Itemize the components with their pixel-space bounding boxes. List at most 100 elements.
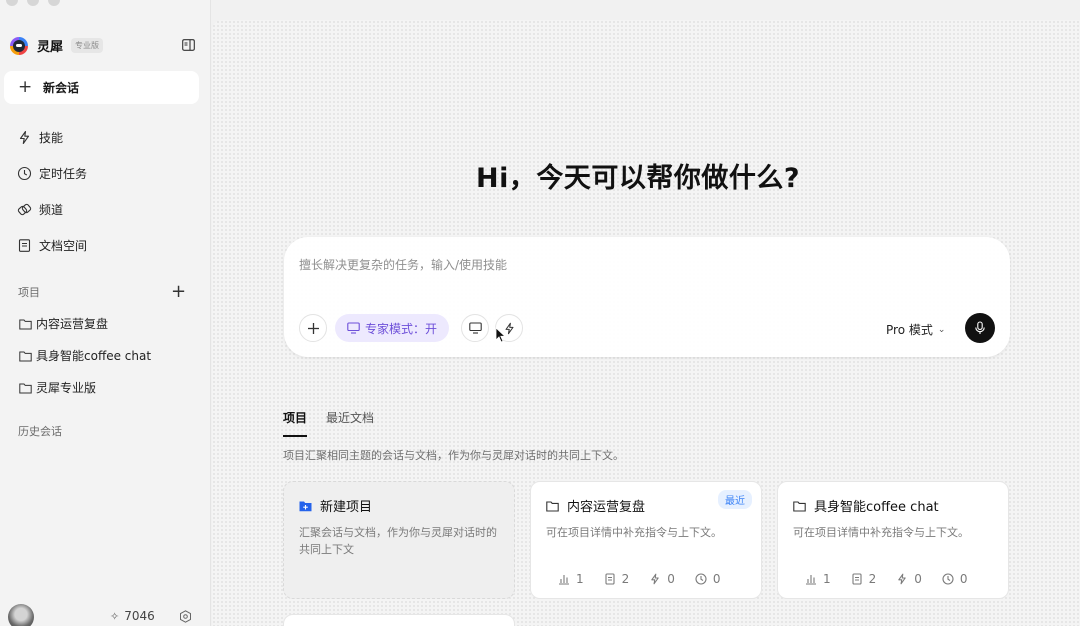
main-panel: Hi，今天可以帮你做什么? 擅长解决更复杂的任务，输入/使用技能 专家模式：开 … [212,20,1080,626]
project-title: 内容运营复盘 [567,500,646,515]
plus-icon [307,322,319,334]
stat-docs: 2 [851,572,876,586]
chart-icon [559,575,569,585]
expert-mode-toggle[interactable]: 专家模式：开 [335,314,450,342]
composer: 擅长解决更复杂的任务，输入/使用技能 专家模式：开 Pro 模式 ⌄ [284,237,1010,357]
stat-skills: 0 [896,572,922,586]
new-chat-label: 新会话 [43,81,80,95]
project-stats: 1 2 0 0 [805,572,968,586]
sidebar-item-label: 文档空间 [39,238,88,253]
voice-input-button[interactable] [965,313,995,343]
app-logo-icon [10,36,28,55]
sidebar-item-label: 技能 [39,130,64,145]
stat-chats: 1 [558,572,584,586]
clock-icon [695,573,707,585]
chart-icon [806,575,816,585]
folder-icon [19,319,32,329]
project-card[interactable]: 具身智能coffee chat 可在项目详情中补充指令与上下文。 1 2 0 0 [777,481,1009,599]
project-card[interactable] [283,614,515,626]
sidebar-project-item[interactable]: 具身智能coffee chat [19,347,151,364]
close-window-button[interactable] [6,0,18,6]
settings-icon[interactable] [179,610,192,623]
plus-icon: + [18,77,33,97]
project-desc: 可在项目详情中补充指令与上下文。 [793,526,969,539]
app-window: 灵犀 专业版 + 新会话 技能 定时任务 频道 文档空间 项目 + 内容运营复盘… [0,0,1080,626]
channel-icon [17,203,32,215]
new-project-card[interactable]: 新建项目 汇聚会话与文档，作为你与灵犀对话时的共同上下文 [283,481,515,599]
zoom-window-button[interactable] [48,0,60,6]
sidebar: 灵犀 专业版 + 新会话 技能 定时任务 频道 文档空间 项目 + 内容运营复盘… [0,0,211,626]
chevron-down-icon: ⌄ [937,324,946,335]
project-label: 具身智能coffee chat [36,349,152,363]
window-controls [6,0,60,6]
card-title: 内容运营复盘 [546,496,645,515]
new-project-title: 新建项目 [320,500,373,515]
sidebar-item-channels[interactable]: 频道 [17,199,63,219]
credits-counter[interactable]: ✧ 7046 [110,609,155,623]
sidebar-item-scheduled-tasks[interactable]: 定时任务 [17,163,87,183]
sidebar-item-doc-space[interactable]: 文档空间 [17,235,87,255]
clock-icon [942,573,954,585]
card-title: 具身智能coffee chat [793,496,939,515]
folder-icon [793,500,806,512]
document-icon [852,573,862,585]
document-icon [605,573,615,585]
lightning-icon [898,573,907,585]
sidebar-footer: ✧ 7046 [0,602,211,626]
project-title: 具身智能coffee chat [814,500,939,515]
project-desc: 可在项目详情中补充指令与上下文。 [546,526,722,539]
lightning-icon [651,573,660,585]
document-icon [18,238,31,252]
history-section-label: 历史会话 [18,425,62,438]
new-folder-icon [299,501,312,511]
sparkle-icon: ✧ [110,609,120,623]
mode-label: Pro 模式 [886,323,933,337]
minimize-window-button[interactable] [27,0,39,6]
stat-tasks: 0 [695,572,721,586]
computer-use-button[interactable] [461,314,489,342]
sidebar-item-skills[interactable]: 技能 [17,127,63,147]
avatar[interactable] [8,604,34,626]
folder-icon [19,383,32,393]
sidebar-item-label: 定时任务 [39,166,88,181]
project-label: 灵犀专业版 [36,381,97,395]
project-card[interactable]: 内容运营复盘 最近 可在项目详情中补充指令与上下文。 1 2 0 0 [530,481,762,599]
expert-mode-label: 专家模式：开 [365,321,438,336]
mode-selector[interactable]: Pro 模式 ⌄ [886,321,945,338]
tab-recent-docs[interactable]: 最近文档 [326,409,374,437]
folder-icon [19,351,32,361]
new-project-desc: 汇聚会话与文档，作为你与灵犀对话时的共同上下文 [299,526,497,556]
projects-section-label: 项目 [18,286,40,299]
new-chat-button[interactable]: + 新会话 [4,71,199,104]
stat-skills: 0 [649,572,675,586]
sidebar-project-item[interactable]: 内容运营复盘 [19,315,108,332]
lightning-icon [19,130,30,144]
tab-description: 项目汇聚相同主题的会话与文档，作为你与灵犀对话时的共同上下文。 [283,449,624,462]
monitor-icon [347,322,360,334]
folder-icon [546,500,559,512]
plan-badge: 专业版 [71,38,104,53]
clock-icon [17,166,32,180]
stat-docs: 2 [604,572,629,586]
brand: 灵犀 专业版 [10,36,104,55]
stat-tasks: 0 [942,572,968,586]
greeting-title: Hi，今天可以帮你做什么? [475,163,800,194]
credits-value: 7046 [124,609,155,623]
sidebar-collapse-icon[interactable] [182,39,195,51]
app-name: 灵犀 [37,40,64,55]
monitor-icon [468,322,482,334]
microphone-icon [975,321,985,334]
project-label: 内容运营复盘 [36,317,109,331]
stat-chats: 1 [805,572,831,586]
add-project-button[interactable]: + [171,283,186,301]
card-title: 新建项目 [299,496,372,515]
tab-projects[interactable]: 项目 [283,409,308,437]
mouse-cursor-icon [495,327,506,343]
project-stats: 1 2 0 0 [558,572,721,586]
sidebar-item-label: 频道 [39,202,64,217]
content-tabs: 项目 最近文档 [283,409,374,437]
prompt-input[interactable]: 擅长解决更复杂的任务，输入/使用技能 [299,256,507,273]
recent-badge: 最近 [718,490,752,509]
sidebar-project-item[interactable]: 灵犀专业版 [19,379,96,396]
attach-button[interactable] [299,314,327,342]
